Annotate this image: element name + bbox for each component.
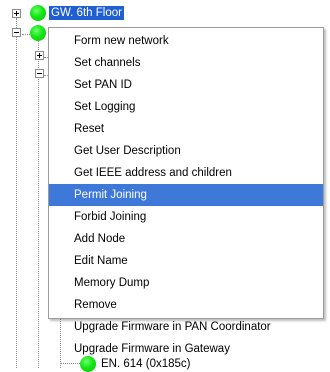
expand-plus-icon[interactable] bbox=[35, 51, 44, 60]
tree-connector-line bbox=[60, 363, 80, 364]
menu-item-set-channels[interactable]: Set channels bbox=[49, 52, 323, 74]
menu-item-get-ieee-address[interactable]: Get IEEE address and children bbox=[49, 162, 323, 184]
menu-item-edit-name[interactable]: Edit Name bbox=[49, 250, 323, 272]
menu-item-upgrade-firmware-pan[interactable]: Upgrade Firmware in PAN Coordinator bbox=[49, 316, 323, 338]
menu-item-add-node[interactable]: Add Node bbox=[49, 228, 323, 250]
menu-item-memory-dump[interactable]: Memory Dump bbox=[49, 272, 323, 294]
menu-item-reset[interactable]: Reset bbox=[49, 118, 323, 140]
collapse-minus-icon[interactable] bbox=[35, 69, 44, 78]
menu-item-forbid-joining[interactable]: Forbid Joining bbox=[49, 206, 323, 228]
menu-item-permit-joining[interactable]: Permit Joining bbox=[49, 184, 323, 206]
tree-connector-line bbox=[38, 40, 39, 368]
menu-item-upgrade-firmware-gateway[interactable]: Upgrade Firmware in Gateway bbox=[49, 338, 323, 360]
context-menu: Form new network Set channels Set PAN ID… bbox=[48, 27, 324, 355]
menu-item-remove[interactable]: Remove bbox=[49, 294, 323, 316]
menu-item-form-new-network[interactable]: Form new network bbox=[49, 30, 323, 52]
expand-plus-icon[interactable] bbox=[12, 9, 21, 18]
menu-item-set-logging[interactable]: Set Logging bbox=[49, 96, 323, 118]
gateway-status-icon bbox=[30, 5, 46, 21]
menu-item-get-user-description[interactable]: Get User Description bbox=[49, 140, 323, 162]
tree-node-gateway-label[interactable]: GW. 6th Floor bbox=[49, 6, 124, 20]
tree-connector-line bbox=[16, 18, 17, 368]
node-status-icon bbox=[30, 25, 46, 41]
menu-item-set-pan-id[interactable]: Set PAN ID bbox=[49, 74, 323, 96]
collapse-minus-icon[interactable] bbox=[12, 28, 21, 37]
